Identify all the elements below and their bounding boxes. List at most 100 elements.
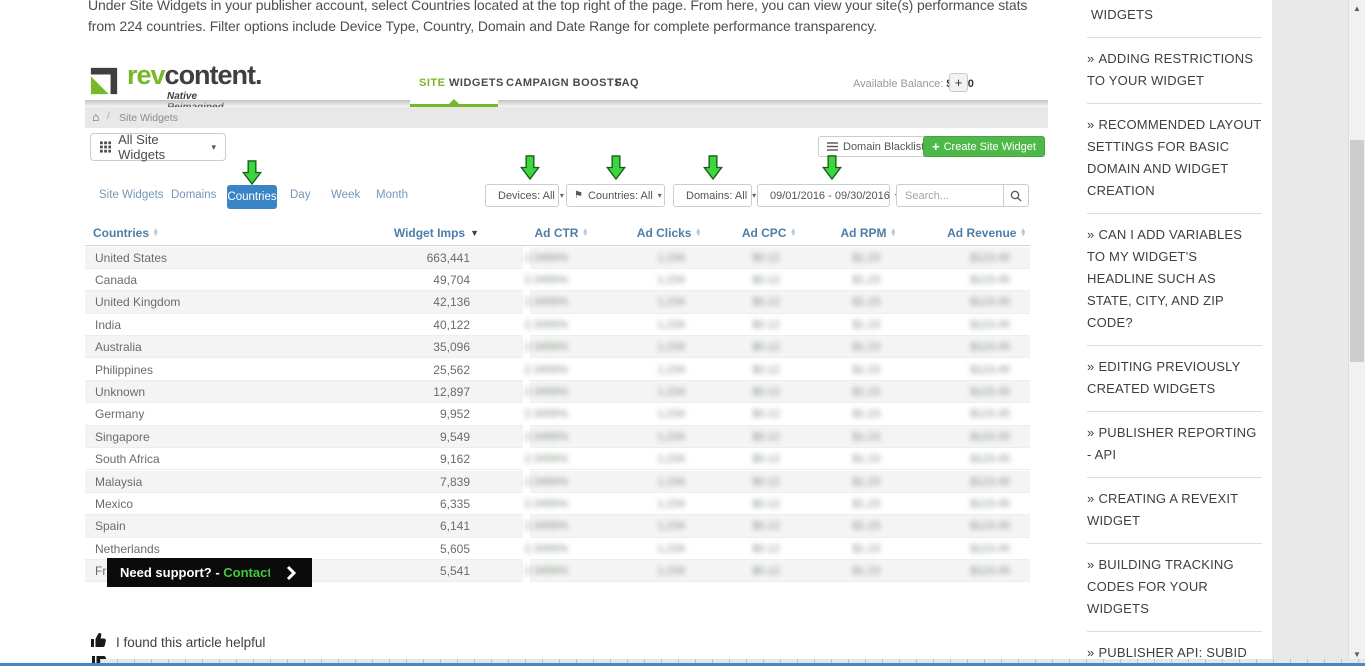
ad-ctr-cell-blurred: 2.3456% bbox=[524, 385, 568, 398]
ad-clicks-cell-blurred: 1,234 bbox=[657, 453, 685, 466]
ad-rpm-cell-blurred: $1.23 bbox=[852, 408, 880, 421]
column-header-ad-revenue[interactable]: Ad Revenue ▴ ▾ bbox=[915, 226, 1025, 240]
home-icon[interactable]: ⌂ bbox=[92, 110, 99, 124]
support-badge-expand-button[interactable] bbox=[270, 558, 312, 587]
domains-filter-dropdown[interactable]: Domains: All ▾ bbox=[673, 184, 756, 207]
sidebar-article-link-1[interactable]: » ADDING RESTRICTIONS TO YOUR WIDGET bbox=[1087, 38, 1262, 104]
logo-content: content. bbox=[164, 60, 263, 90]
scroll-up-arrow-icon[interactable]: ▲ bbox=[1353, 4, 1361, 13]
sidebar-article-link-6[interactable]: » CREATING A REVEXIT WIDGET bbox=[1087, 478, 1262, 544]
double-arrow-bullet: » bbox=[1087, 227, 1095, 242]
ad-clicks-cell-blurred: 1,234 bbox=[657, 542, 685, 555]
column-header-ad-clicks[interactable]: Ad Clicks ▴ ▾ bbox=[600, 226, 700, 240]
widget-selector-dropdown[interactable]: All Site Widgets ▾ bbox=[90, 132, 226, 162]
column-header-ad-cpc[interactable]: Ad CPC ▴ ▾ bbox=[695, 226, 795, 240]
scrollbar-thumb[interactable] bbox=[1350, 140, 1364, 362]
ad-clicks-cell-blurred: 1,234 bbox=[657, 475, 685, 488]
search-button[interactable] bbox=[1003, 184, 1029, 207]
tab-week[interactable]: Week bbox=[331, 189, 360, 201]
active-nav-underline bbox=[410, 104, 498, 107]
date-range-dropdown[interactable]: 09/01/2016 - 09/30/2016 ▾ bbox=[757, 184, 899, 207]
nav-campaign-boosts[interactable]: CAMPAIGN BOOSTS bbox=[506, 77, 622, 89]
sidebar-article-link-3[interactable]: » CAN I ADD VARIABLES TO MY WIDGET'S HEAD… bbox=[1087, 214, 1262, 346]
breadcrumb-label: Site Widgets bbox=[119, 112, 178, 124]
countries-filter-dropdown[interactable]: ⚑ Countries: All ▾ bbox=[566, 184, 665, 207]
table-row[interactable]: Australia 35,096 2.3456% 1,234 $0.12 $1.… bbox=[85, 336, 1030, 359]
table-row[interactable]: Spain 6,141 2.3456% 1,234 $0.12 $1.23 $1… bbox=[85, 515, 1030, 538]
nav-faq[interactable]: FAQ bbox=[615, 77, 639, 89]
breadcrumb: ⌂ / Site Widgets bbox=[85, 107, 1048, 128]
tab-month[interactable]: Month bbox=[376, 189, 408, 201]
country-cell: Philippines bbox=[95, 362, 154, 377]
ad-cpc-cell-blurred: $0.12 bbox=[752, 520, 780, 533]
column-header-countries[interactable]: Countries ▴ ▾ bbox=[93, 226, 223, 240]
table-row[interactable]: United Kingdom 42,136 2.3456% 1,234 $0.1… bbox=[85, 291, 1030, 314]
ad-ctr-cell-blurred: 2.3456% bbox=[524, 453, 568, 466]
ad-cpc-cell-blurred: $0.12 bbox=[752, 363, 780, 376]
column-header-ad-rpm[interactable]: Ad RPM ▴ ▾ bbox=[795, 226, 895, 240]
thumbs-up-icon[interactable] bbox=[90, 631, 108, 649]
column-header-widget-imps[interactable]: Widget Imps ▼ bbox=[352, 226, 479, 240]
widget-imps-cell: 9,162 bbox=[439, 452, 470, 467]
ad-ctr-cell-blurred: 2.3456% bbox=[524, 318, 568, 331]
table-row[interactable]: Mexico 6,335 2.3456% 1,234 $0.12 $1.23 $… bbox=[85, 493, 1030, 516]
tab-site-widgets[interactable]: Site Widgets bbox=[99, 189, 164, 201]
tab-domains[interactable]: Domains bbox=[171, 189, 216, 201]
ad-revenue-cell-blurred: $123.45 bbox=[970, 385, 1010, 398]
domain-blacklists-button[interactable]: Domain Blacklists bbox=[818, 136, 939, 157]
tab-day[interactable]: Day bbox=[290, 189, 310, 201]
ad-revenue-cell-blurred: $123.45 bbox=[970, 273, 1010, 286]
sidebar-article-link-0[interactable]: WIDGETS bbox=[1087, 0, 1262, 38]
country-cell: United Kingdom bbox=[95, 295, 181, 310]
sidebar-article-link-2[interactable]: » RECOMMENDED LAYOUT SETTINGS FOR BASIC D… bbox=[1087, 104, 1262, 214]
sort-icon: ▴ ▾ bbox=[1021, 226, 1025, 238]
table-row[interactable]: United States 663,441 2.3456% 1,234 $0.1… bbox=[85, 246, 1030, 269]
table-row[interactable]: South Africa 9,162 2.3456% 1,234 $0.12 $… bbox=[85, 448, 1030, 471]
ad-revenue-cell-blurred: $123.45 bbox=[970, 497, 1010, 510]
nav-site-widgets[interactable]: SITE WIDGETS bbox=[419, 77, 504, 89]
ad-clicks-cell-blurred: 1,234 bbox=[657, 273, 685, 286]
green-arrow-countries-tab bbox=[242, 160, 262, 185]
ad-rpm-cell-blurred: $1.23 bbox=[852, 318, 880, 331]
table-row[interactable]: Canada 49,704 2.3456% 1,234 $0.12 $1.23 … bbox=[85, 269, 1030, 292]
sidebar-article-link-5[interactable]: » PUBLISHER REPORTING - API bbox=[1087, 412, 1262, 478]
ad-ctr-cell-blurred: 2.3456% bbox=[524, 497, 568, 510]
table-row[interactable]: Unknown 12,897 2.3456% 1,234 $0.12 $1.23… bbox=[85, 380, 1030, 404]
double-arrow-bullet: » bbox=[1087, 359, 1095, 374]
column-header-ad-ctr[interactable]: Ad CTR ▴ ▾ bbox=[495, 226, 587, 240]
ad-clicks-cell-blurred: 1,234 bbox=[657, 520, 685, 533]
country-cell: Singapore bbox=[95, 429, 150, 444]
ad-revenue-cell-blurred: $123.45 bbox=[970, 363, 1010, 376]
grid-icon bbox=[100, 141, 112, 153]
active-nav-notch bbox=[449, 99, 459, 104]
ad-clicks-cell-blurred: 1,234 bbox=[657, 341, 685, 354]
search-input[interactable] bbox=[896, 184, 1003, 207]
ad-ctr-cell-blurred: 2.3456% bbox=[524, 363, 568, 376]
ad-revenue-cell-blurred: $123.45 bbox=[970, 475, 1010, 488]
browser-scrollbar[interactable]: ▲ ▼ bbox=[1348, 0, 1365, 666]
widget-imps-cell: 12,897 bbox=[433, 384, 470, 399]
table-row[interactable]: Netherlands 5,605 2.3456% 1,234 $0.12 $1… bbox=[85, 538, 1030, 561]
sidebar-article-link-4[interactable]: » EDITING PREVIOUSLY CREATED WIDGETS bbox=[1087, 346, 1262, 412]
list-icon bbox=[827, 142, 838, 151]
scroll-down-arrow-icon[interactable]: ▼ bbox=[1353, 650, 1361, 659]
table-row[interactable]: India 40,122 2.3456% 1,234 $0.12 $1.23 $… bbox=[85, 314, 1030, 337]
create-site-widget-button[interactable]: + Create Site Widget bbox=[923, 136, 1045, 157]
widget-imps-cell: 5,605 bbox=[439, 541, 470, 556]
widget-imps-cell: 25,562 bbox=[433, 362, 470, 377]
devices-filter-dropdown[interactable]: Devices: All ▾ bbox=[485, 184, 564, 207]
ad-clicks-cell-blurred: 1,234 bbox=[657, 408, 685, 421]
table-row[interactable]: Malaysia 7,839 2.3456% 1,234 $0.12 $1.23… bbox=[85, 470, 1030, 493]
table-row[interactable]: Singapore 9,549 2.3456% 1,234 $0.12 $1.2… bbox=[85, 425, 1030, 449]
sidebar-article-link-7[interactable]: » BUILDING TRACKING CODES FOR YOUR WIDGET… bbox=[1087, 544, 1262, 632]
sort-icon: ▴ ▾ bbox=[583, 226, 587, 238]
green-arrow-countries-filter bbox=[606, 155, 626, 180]
table-row[interactable]: Germany 9,952 2.3456% 1,234 $0.12 $1.23 … bbox=[85, 403, 1030, 426]
table-row[interactable]: Philippines 25,562 2.3456% 1,234 $0.12 $… bbox=[85, 359, 1030, 381]
chevron-down-icon: ▾ bbox=[657, 191, 662, 200]
tab-countries[interactable]: Countries bbox=[227, 185, 277, 209]
ad-revenue-cell-blurred: $123.45 bbox=[970, 251, 1010, 264]
double-arrow-bullet: » bbox=[1087, 425, 1095, 440]
add-funds-button[interactable]: + bbox=[949, 73, 968, 92]
ad-revenue-cell-blurred: $123.45 bbox=[970, 318, 1010, 331]
